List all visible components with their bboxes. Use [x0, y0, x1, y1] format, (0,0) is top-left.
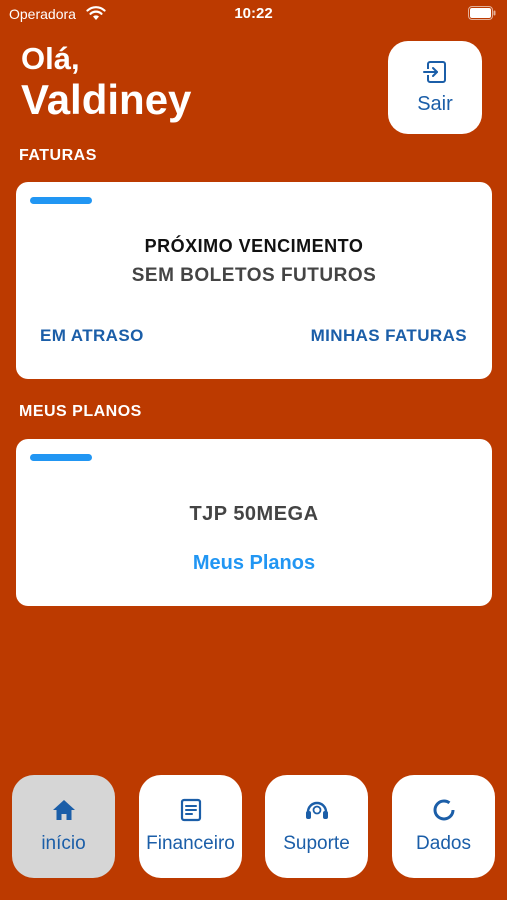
my-plans-link[interactable]: Meus Planos: [16, 552, 492, 575]
home-icon: [51, 798, 77, 827]
nav-financeiro[interactable]: Financeiro: [139, 775, 242, 878]
nav-suporte-label: Suporte: [283, 833, 350, 854]
next-due-value: SEM BOLETOS FUTUROS: [131, 265, 377, 286]
support-icon: [304, 798, 330, 827]
clock: 10:22: [234, 5, 273, 22]
card-accent-bar: [30, 454, 92, 461]
invoices-card: PRÓXIMO VENCIMENTO SEM BOLETOS FUTUROS E…: [16, 182, 492, 379]
plan-name: TJP 50MEGA: [189, 503, 319, 525]
nav-dados-label: Dados: [416, 833, 471, 854]
next-due-title: PRÓXIMO VENCIMENTO: [144, 236, 364, 256]
logout-button[interactable]: Sair: [388, 41, 482, 134]
nav-home[interactable]: início: [12, 775, 115, 878]
invoices-section-label: FATURAS: [19, 147, 97, 164]
data-icon: [432, 798, 456, 827]
plans-section-label: MEUS PLANOS: [19, 403, 142, 420]
card-accent-bar: [30, 197, 92, 204]
nav-dados[interactable]: Dados: [392, 775, 495, 878]
nav-financeiro-label: Financeiro: [146, 833, 235, 854]
nav-home-label: início: [41, 833, 86, 854]
my-invoices-link[interactable]: MINHAS FATURAS: [311, 326, 467, 346]
nav-suporte[interactable]: Suporte: [265, 775, 368, 878]
logout-label: Sair: [417, 92, 453, 115]
overdue-link[interactable]: EM ATRASO: [40, 326, 144, 346]
status-bar: Operadora 10:22: [0, 0, 507, 28]
battery-icon: [468, 6, 496, 24]
user-name: Valdiney: [21, 76, 192, 123]
plans-card: TJP 50MEGA Meus Planos: [16, 439, 492, 606]
greeting-text: Olá,: [21, 41, 80, 76]
document-icon: [179, 798, 203, 827]
logout-icon: [422, 60, 448, 89]
